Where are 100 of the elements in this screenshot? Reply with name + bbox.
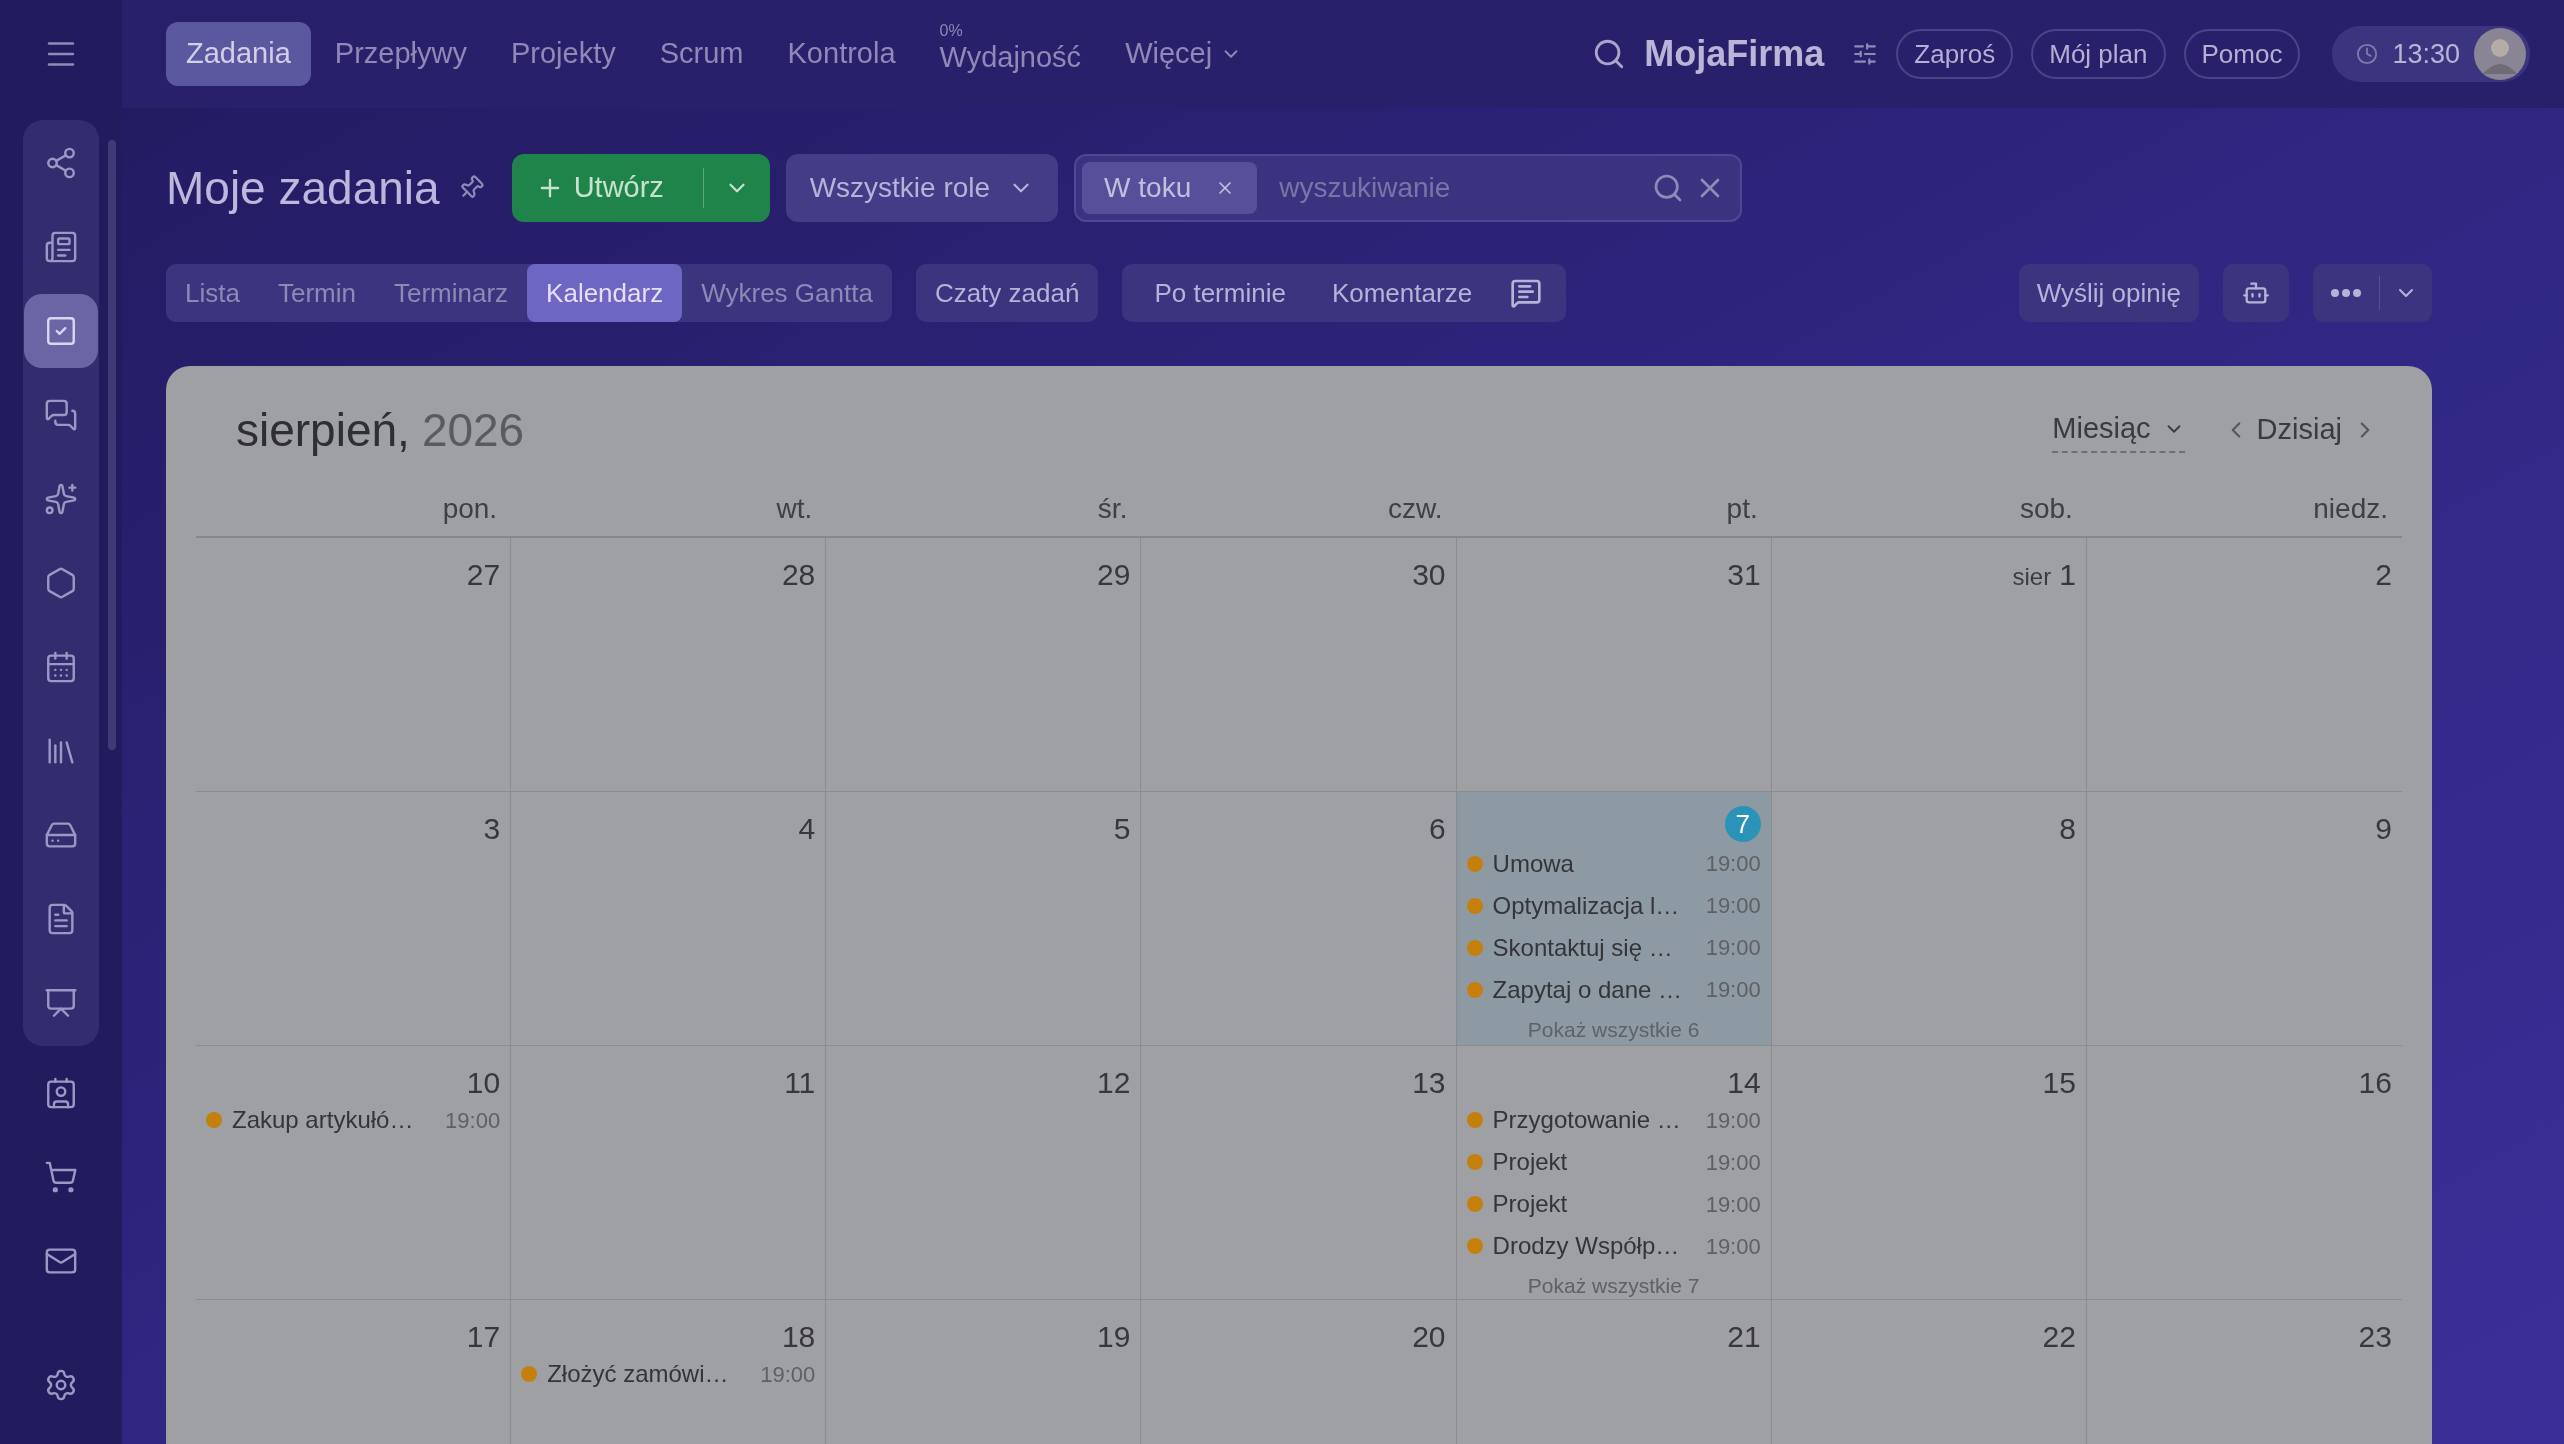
day-number: 20 [1412,1319,1446,1355]
day-cell[interactable]: 14 Przygotowanie … 19:00 Projekt 19:00 Projekt 19:00 Drodzy Współp… 19:00 Pokaż wszystkie 7 [1456,1046,1772,1300]
sparkle-icon [44,482,78,516]
day-cell[interactable]: 6 [1141,792,1457,1046]
day-cell[interactable]: 30 [1141,538,1457,792]
day-cell[interactable]: 11 [511,1046,827,1300]
event-time: 19:00 [1705,892,1761,920]
event-title: Optymalizacja l… [1492,890,1681,921]
event-item[interactable]: Umowa 19:00 [1466,845,1761,882]
event-time: 19:00 [1705,1232,1761,1261]
event-item[interactable]: Projekt 19:00 [1466,1144,1761,1180]
day-cell[interactable]: 29 [826,538,1142,792]
event-title: Drodzy Współp… [1492,1231,1681,1261]
event-item[interactable]: Przygotowanie … 19:00 [1466,1102,1761,1138]
sliders-icon[interactable] [1852,41,1879,67]
view-tab[interactable]: Kalendarz [527,264,683,322]
day-cell[interactable]: 31 [1456,538,1772,792]
create-label: Utwórz [573,170,664,206]
day-cell[interactable]: 7 Umowa 19:00 Optymalizacja l… 19:00 Skontaktuj się … 19:00 Zapytaj o dane … 19:00 Pokaż wszystkie 6 [1456,792,1772,1046]
view-dropdown[interactable]: Miesiąc [2052,407,2185,453]
day-cell[interactable]: 15 [1771,1046,2087,1300]
tab-label: Wydajność [939,42,1082,72]
search-field[interactable]: wyszukiwanie [1279,167,1653,209]
create-button[interactable]: Utwórz [511,154,770,222]
day-number: 10 [466,1065,501,1101]
feedback-button[interactable]: Wyślij opinię [2018,264,2199,322]
day-number: 5 [1113,811,1131,847]
filter-button[interactable]: Po terminie [1134,264,1306,322]
event-time: 19:00 [1705,976,1761,1004]
header-button[interactable]: Mój plan [2031,29,2166,79]
view-tab[interactable]: Terminarz [374,264,528,322]
today-button[interactable]: Dzisiaj [2256,408,2342,452]
view-tab[interactable]: Lista [166,264,259,322]
event-title: Projekt [1492,1189,1569,1219]
event-title: Skontaktuj się … [1492,932,1674,963]
day-number: 9 [2375,811,2392,847]
day-number: 1 [2059,557,2076,593]
view-tab[interactable]: Wykres Gantta [682,264,892,322]
day-number: 19 [1097,1319,1131,1355]
event-item[interactable]: Skontaktuj się … 19:00 [1466,929,1761,966]
nav-tab[interactable]: Scrum [639,22,764,86]
weekday-label: sob. [2018,492,2074,526]
day-number: 3 [483,811,501,847]
robot-button[interactable] [2223,264,2289,322]
day-number: 30 [1412,557,1446,593]
nav-tab[interactable]: Przepływy [314,22,487,86]
page-title: Moje zadania [166,160,440,216]
event-time: 19:00 [445,1106,501,1135]
roles-dropdown[interactable]: Wszystkie role [785,154,1059,222]
event-item[interactable]: Złożyć zamówi… 19:00 [521,1356,816,1392]
day-cell[interactable]: 27 [196,538,512,792]
day-number: 12 [1097,1065,1131,1101]
nodes-icon [44,146,78,180]
nav-tab[interactable]: Projekty [490,22,636,86]
percent-label: 0% [939,22,963,39]
chats-button[interactable]: Czaty zadań [915,264,1099,322]
header-button[interactable]: Pomoc [2183,29,2301,79]
chat-icon[interactable] [1510,277,1543,309]
contact-icon [44,1076,78,1110]
clock-icon [2356,43,2379,65]
event-item[interactable]: Zakup artykułó… 19:00 [206,1102,501,1138]
clock-pill[interactable]: 13:30 [2332,26,2530,82]
nav-tab[interactable]: Więcej [1105,22,1263,86]
day-number: 11 [784,1065,816,1101]
day-cell[interactable]: 10 Zakup artykułó… 19:00 [196,1046,512,1300]
search-bar[interactable]: W toku wyszukiwanie [1074,154,1743,222]
day-number: 22 [2042,1319,2076,1355]
day-cell[interactable]: 12 [826,1046,1142,1300]
sidebar-item[interactable] [24,294,98,368]
nav-tab[interactable]: Zadania [166,22,311,86]
event-item[interactable]: Drodzy Współp… 19:00 [1466,1228,1761,1264]
nav-tab[interactable]: 0% Wydajność [919,22,1102,86]
event-title: Przygotowanie … [1492,1105,1682,1135]
month-label: sier [2012,562,2052,592]
day-number: 21 [1727,1319,1761,1355]
nav-tab[interactable]: Kontrola [767,22,916,86]
day-cell[interactable]: sier 1 [1771,538,2087,792]
day-cell[interactable]: 28 [511,538,827,792]
header-button[interactable]: Zaproś [1896,29,2014,79]
scroll-bar[interactable] [108,140,116,750]
day-number: 15 [2042,1065,2076,1101]
day-cell[interactable]: 8 [1771,792,2087,1046]
day-cell[interactable]: 3 [196,792,512,1046]
weekday-label: pt. [1725,492,1759,526]
view-tab[interactable]: Termin [258,264,375,322]
day-number: 27 [466,557,501,593]
weekday-label: śr. [1096,492,1129,526]
day-cell[interactable]: 4 [511,792,827,1046]
day-cell[interactable]: 5 [826,792,1142,1046]
event-item[interactable]: Projekt 19:00 [1466,1186,1761,1222]
more-button[interactable] [2313,264,2432,322]
event-item[interactable]: Zapytaj o dane … 19:00 [1466,971,1761,1008]
presentation-icon [44,986,78,1020]
day-cell[interactable]: 13 [1141,1046,1457,1300]
filter-button[interactable]: Komentarze [1311,264,1493,322]
filter-chip[interactable]: W toku [1082,162,1258,214]
show-all-link[interactable]: Pokaż wszystkie 7 [1527,1270,1700,1302]
event-item[interactable]: Optymalizacja l… 19:00 [1466,887,1761,924]
avatar[interactable] [2474,28,2526,80]
brand-name: MojaFirma [1644,32,1825,76]
